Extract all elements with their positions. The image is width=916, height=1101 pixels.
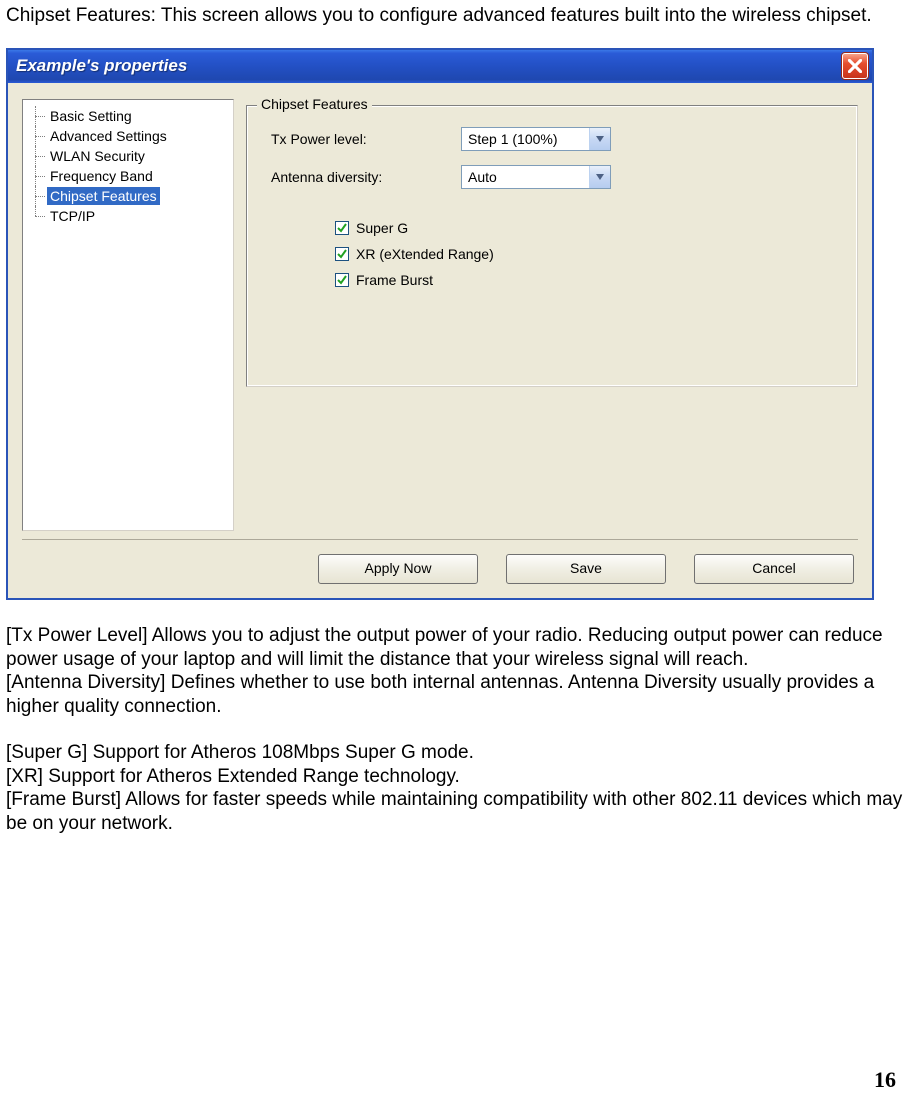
check-icon [337, 249, 347, 259]
intro-text: Chipset Features: This screen allows you… [6, 4, 910, 28]
window-title: Example's properties [16, 56, 842, 76]
tree-connector [27, 106, 47, 126]
antenna-label: Antenna diversity: [271, 169, 461, 185]
tree-connector [27, 146, 47, 166]
tree-item-label: Basic Setting [47, 107, 135, 125]
nav-tree[interactable]: Basic Setting Advanced Settings WLAN Secur… [22, 99, 234, 531]
desc-frame-burst: [Frame Burst] Allows for faster speeds w… [6, 788, 910, 836]
tree-item-tcp-ip[interactable]: TCP/IP [27, 206, 233, 226]
check-icon [337, 275, 347, 285]
chipset-groupbox: Chipset Features Tx Power level: Step 1 … [246, 105, 858, 387]
close-icon [848, 59, 862, 73]
checkbox-label: XR (eXtended Range) [356, 246, 494, 262]
close-button[interactable] [842, 53, 868, 79]
checkbox-box[interactable] [335, 247, 349, 261]
button-row: Apply Now Save Cancel [22, 539, 858, 584]
checkbox-box[interactable] [335, 273, 349, 287]
checkbox-frame-burst[interactable]: Frame Burst [335, 270, 841, 290]
groupbox-title: Chipset Features [257, 96, 372, 112]
chevron-down-icon [596, 136, 604, 142]
apply-button[interactable]: Apply Now [318, 554, 478, 584]
checkbox-xr-extended-range-[interactable]: XR (eXtended Range) [335, 244, 841, 264]
check-icon [337, 223, 347, 233]
checkbox-super-g[interactable]: Super G [335, 218, 841, 238]
content-pane: Chipset Features Tx Power level: Step 1 … [246, 99, 858, 531]
desc-super-g: [Super G] Support for Atheros 108Mbps Su… [6, 741, 910, 765]
checkbox-label: Super G [356, 220, 408, 236]
chevron-down-icon [596, 174, 604, 180]
tree-item-frequency-band[interactable]: Frequency Band [27, 166, 233, 186]
page-number: 16 [874, 1067, 896, 1093]
tree-item-label: Advanced Settings [47, 127, 170, 145]
save-button[interactable]: Save [506, 554, 666, 584]
tx-power-select[interactable]: Step 1 (100%) [461, 127, 611, 151]
tree-connector [27, 166, 47, 186]
tx-power-label: Tx Power level: [271, 131, 461, 147]
antenna-select[interactable]: Auto [461, 165, 611, 189]
tree-item-basic-setting[interactable]: Basic Setting [27, 106, 233, 126]
checkbox-label: Frame Burst [356, 272, 433, 288]
antenna-value: Auto [462, 166, 589, 188]
description-block: [Tx Power Level] Allows you to adjust th… [6, 624, 910, 836]
dropdown-button[interactable] [589, 166, 610, 188]
desc-tx-power: [Tx Power Level] Allows you to adjust th… [6, 624, 910, 672]
tree-item-label: WLAN Security [47, 147, 148, 165]
tree-item-wlan-security[interactable]: WLAN Security [27, 146, 233, 166]
desc-antenna: [Antenna Diversity] Defines whether to u… [6, 671, 910, 719]
tree-connector [27, 186, 47, 206]
tree-connector [27, 126, 47, 146]
tx-power-value: Step 1 (100%) [462, 128, 589, 150]
cancel-button[interactable]: Cancel [694, 554, 854, 584]
dropdown-button[interactable] [589, 128, 610, 150]
tree-item-label: Chipset Features [47, 187, 160, 205]
tree-item-label: Frequency Band [47, 167, 156, 185]
tree-item-label: TCP/IP [47, 207, 98, 225]
tree-item-advanced-settings[interactable]: Advanced Settings [27, 126, 233, 146]
client-area: Basic Setting Advanced Settings WLAN Secur… [8, 83, 872, 598]
desc-xr: [XR] Support for Atheros Extended Range … [6, 765, 910, 789]
titlebar: Example's properties [8, 50, 872, 83]
properties-window: Example's properties Basic Setting Advanc… [6, 48, 874, 600]
tree-item-chipset-features[interactable]: Chipset Features [27, 186, 233, 206]
checkbox-box[interactable] [335, 221, 349, 235]
tree-connector [27, 206, 47, 226]
